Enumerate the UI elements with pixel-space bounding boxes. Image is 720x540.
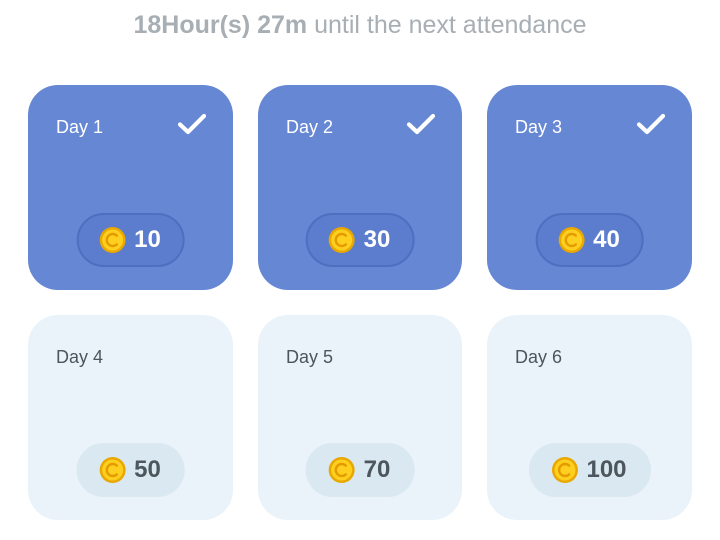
reward-amount: 70: [363, 456, 391, 483]
countdown-suffix: until the next attendance: [307, 11, 587, 39]
reward-pill: 30: [305, 213, 415, 267]
day-label: Day 6: [515, 347, 563, 367]
reward-amount: 50: [134, 456, 161, 483]
day-card-6[interactable]: Day 6 100: [487, 315, 692, 520]
coin-icon: [99, 227, 126, 253]
attendance-days-grid: Day 1 10 Day 2 30 Day 3 40 Day 4 50 Day …: [28, 85, 692, 520]
checkmark-icon: [177, 113, 207, 135]
day-label: Day 5: [286, 347, 334, 367]
reward-pill: 50: [76, 443, 185, 497]
day-label: Day 2: [286, 117, 334, 137]
countdown-time: 18Hour(s) 27m: [133, 11, 308, 39]
day-card-3[interactable]: Day 3 40: [487, 85, 692, 290]
coin-icon: [328, 457, 355, 483]
reward-amount: 40: [593, 226, 620, 253]
attendance-countdown: 18Hour(s) 27m until the next attendance: [0, 11, 720, 40]
day-card-2[interactable]: Day 2 30: [258, 85, 462, 290]
checkmark-icon: [406, 113, 436, 135]
day-card-4[interactable]: Day 4 50: [28, 315, 233, 520]
day-card-1[interactable]: Day 1 10: [28, 85, 233, 290]
day-label: Day 4: [56, 347, 104, 367]
reward-amount: 30: [363, 226, 391, 253]
reward-pill: 10: [76, 213, 185, 267]
day-label: Day 3: [515, 117, 563, 137]
coin-icon: [551, 457, 578, 483]
attendance-panel: 18Hour(s) 27m until the next attendance …: [0, 0, 720, 540]
reward-amount: 100: [586, 456, 627, 483]
coin-icon: [328, 227, 355, 253]
checkmark-icon: [636, 113, 666, 135]
reward-amount: 10: [134, 226, 161, 253]
day-label: Day 1: [56, 117, 104, 137]
reward-pill: 100: [528, 443, 651, 497]
reward-pill: 70: [305, 443, 415, 497]
reward-pill: 40: [535, 213, 644, 267]
day-card-5[interactable]: Day 5 70: [258, 315, 462, 520]
coin-icon: [558, 227, 585, 253]
coin-icon: [99, 457, 126, 483]
